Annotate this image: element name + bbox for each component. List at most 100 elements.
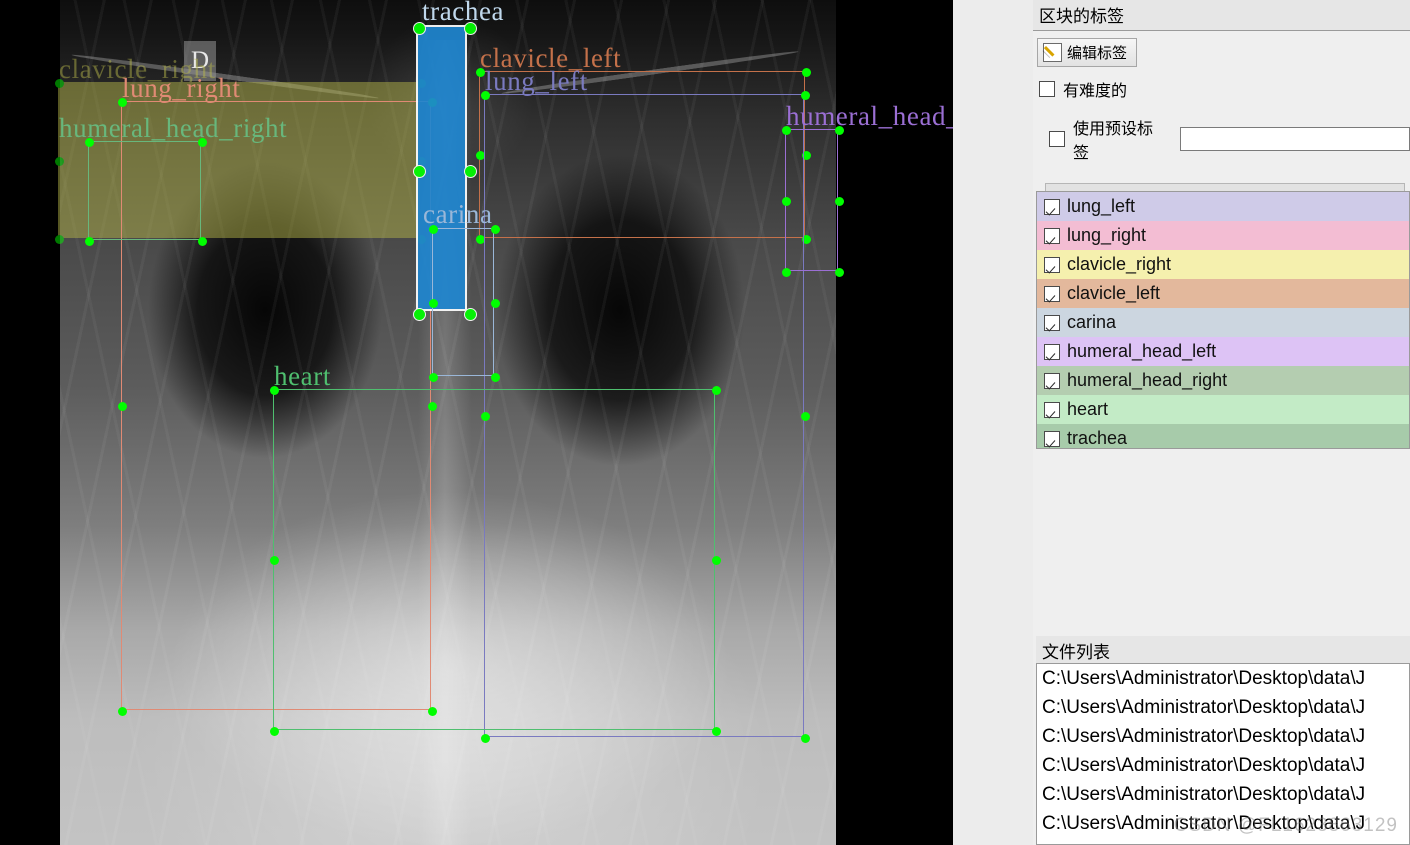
label-visibility-checkbox[interactable]	[1044, 198, 1060, 215]
bbox-label-lung_left: lung_left	[485, 66, 588, 96]
bbox-vertex[interactable]	[800, 90, 810, 100]
file-list-item[interactable]: C:\Users\Administrator\Desktop\data\J	[1037, 809, 1409, 838]
bbox-vertex[interactable]	[54, 156, 64, 166]
label-list-item-text: trachea	[1067, 428, 1128, 448]
bbox-heart[interactable]: heart	[269, 363, 721, 736]
file-list-item[interactable]: C:\Users\Administrator\Desktop\data\J	[1037, 838, 1409, 844]
label-list-item-text: heart	[1067, 399, 1109, 419]
canvas-area[interactable]: D clavicle_right lung_right humeral_head_r…	[0, 0, 1033, 845]
label-list-item-text: clavicle_left	[1067, 283, 1161, 303]
bbox-vertex[interactable]	[711, 556, 721, 565]
label-list-item-text: lung_right	[1067, 225, 1147, 245]
bbox-vertex[interactable]	[800, 733, 810, 743]
bbox-vertex[interactable]	[711, 726, 721, 736]
bbox-vertex[interactable]	[197, 236, 207, 246]
use-default-label-row[interactable]: 使用预设标签	[1049, 115, 1410, 163]
bbox-vertex[interactable]	[781, 125, 791, 135]
bbox-label-humeral_head_right: humeral_head_right	[59, 113, 288, 143]
right-dock: 区块的标签 编辑标签 有难度的 使用预设标签 lung_left lung_rig…	[1033, 0, 1410, 845]
use-default-label-checkbox[interactable]	[1049, 131, 1065, 147]
difficult-checkbox-box[interactable]	[1039, 81, 1055, 97]
bbox-vertex[interactable]	[834, 267, 844, 277]
bbox-label-carina: carina	[423, 199, 493, 229]
bbox-vertex[interactable]	[117, 706, 127, 716]
label-visibility-checkbox[interactable]	[1044, 256, 1060, 273]
bbox-vertex[interactable]	[269, 726, 279, 736]
bbox-humeral_head_right[interactable]: humeral_head_right	[59, 115, 287, 246]
bbox-vertex[interactable]	[781, 267, 791, 277]
bbox-vertex[interactable]	[412, 164, 426, 178]
label-list-item-text: carina	[1067, 312, 1117, 332]
label-list-item-text: humeral_head_left	[1067, 341, 1217, 361]
bbox-vertex[interactable]	[428, 224, 438, 234]
label-visibility-checkbox[interactable]	[1044, 343, 1060, 360]
label-visibility-checkbox[interactable]	[1044, 430, 1060, 447]
bbox-humeral_head_left[interactable]: humeral_head_left	[781, 103, 953, 277]
bbox-vertex[interactable]	[800, 412, 810, 421]
bbox-vertex[interactable]	[269, 385, 279, 395]
label-list-item[interactable]: lung_right	[1037, 221, 1409, 250]
bbox-vertex[interactable]	[428, 298, 438, 308]
difficult-checkbox[interactable]: 有难度的	[1039, 77, 1410, 101]
bbox-vertex[interactable]	[54, 234, 64, 244]
bbox-vertex[interactable]	[412, 21, 426, 35]
label-visibility-checkbox[interactable]	[1044, 285, 1060, 302]
bbox-vertex[interactable]	[463, 21, 477, 35]
file-list[interactable]: C:\Users\Administrator\Desktop\data\J C:\…	[1036, 663, 1410, 845]
difficult-checkbox-label: 有难度的	[1063, 83, 1128, 100]
bbox-vertex[interactable]	[490, 372, 500, 382]
image-viewport[interactable]: D clavicle_right lung_right humeral_head_r…	[0, 0, 953, 845]
bbox-vertex[interactable]	[84, 137, 94, 147]
bbox-vertex[interactable]	[480, 90, 490, 100]
file-list-item[interactable]: C:\Users\Administrator\Desktop\data\J	[1037, 780, 1409, 809]
bbox-label-humeral_head_left: humeral_head_left	[786, 101, 953, 131]
label-list-item[interactable]: lung_left	[1037, 192, 1409, 221]
label-list-item-text: lung_left	[1067, 196, 1136, 216]
bbox-vertex[interactable]	[834, 196, 844, 206]
label-list-item[interactable]: clavicle_right	[1037, 250, 1409, 279]
bbox-vertex[interactable]	[781, 196, 791, 206]
label-list[interactable]: lung_left lung_right clavicle_rightclavicl…	[1036, 191, 1410, 449]
bbox-vertex[interactable]	[54, 78, 64, 88]
bbox-vertex[interactable]	[428, 372, 438, 382]
bbox-vertex[interactable]	[117, 97, 127, 107]
bbox-vertex[interactable]	[711, 385, 721, 395]
bbox-vertex[interactable]	[269, 556, 279, 565]
bbox-label-heart: heart	[274, 361, 331, 391]
bbox-vertex[interactable]	[480, 733, 490, 743]
file-list-item[interactable]: C:\Users\Administrator\Desktop\data\J	[1037, 693, 1409, 722]
label-list-item-text: humeral_head_right	[1067, 370, 1228, 390]
bbox-vertex[interactable]	[475, 67, 485, 77]
edit-label-button[interactable]: 编辑标签	[1037, 38, 1138, 67]
file-list-item[interactable]: C:\Users\Administrator\Desktop\data\J	[1037, 664, 1409, 693]
default-label-input[interactable]	[1180, 127, 1410, 151]
bbox-vertex[interactable]	[490, 298, 500, 308]
edit-label-button-text: 编辑标签	[1067, 45, 1128, 62]
file-list-item[interactable]: C:\Users\Administrator\Desktop\data\J	[1037, 722, 1409, 751]
label-visibility-checkbox[interactable]	[1044, 401, 1060, 418]
bbox-vertex[interactable]	[834, 125, 844, 135]
label-list-item[interactable]: heart	[1037, 395, 1409, 424]
bbox-vertex[interactable]	[801, 67, 811, 77]
label-list-item[interactable]: humeral_head_left	[1037, 337, 1409, 366]
annotation-tool-window: D clavicle_right lung_right humeral_head_r…	[0, 0, 1410, 845]
bbox-carina[interactable]: carina	[423, 201, 500, 382]
bbox-vertex[interactable]	[463, 164, 477, 178]
box-labels-title: 区块的标签	[1033, 0, 1410, 31]
label-list-item[interactable]: humeral_head_right	[1037, 366, 1409, 395]
label-list-item-text: clavicle_right	[1067, 254, 1172, 274]
bbox-vertex[interactable]	[197, 137, 207, 147]
label-visibility-checkbox[interactable]	[1044, 314, 1060, 331]
label-list-item[interactable]: clavicle_left	[1037, 279, 1409, 308]
file-list-item[interactable]: C:\Users\Administrator\Desktop\data\J	[1037, 751, 1409, 780]
label-visibility-checkbox[interactable]	[1044, 227, 1060, 244]
bbox-vertex[interactable]	[84, 236, 94, 246]
label-visibility-checkbox[interactable]	[1044, 372, 1060, 389]
bbox-vertex[interactable]	[117, 402, 127, 411]
bbox-vertex[interactable]	[412, 307, 426, 321]
label-list-item[interactable]: trachea	[1037, 424, 1409, 448]
label-list-item[interactable]: carina	[1037, 308, 1409, 337]
bbox-label-lung_right: lung_right	[122, 73, 241, 103]
bbox-label-trachea: trachea	[422, 0, 505, 26]
bbox-vertex[interactable]	[490, 224, 500, 234]
